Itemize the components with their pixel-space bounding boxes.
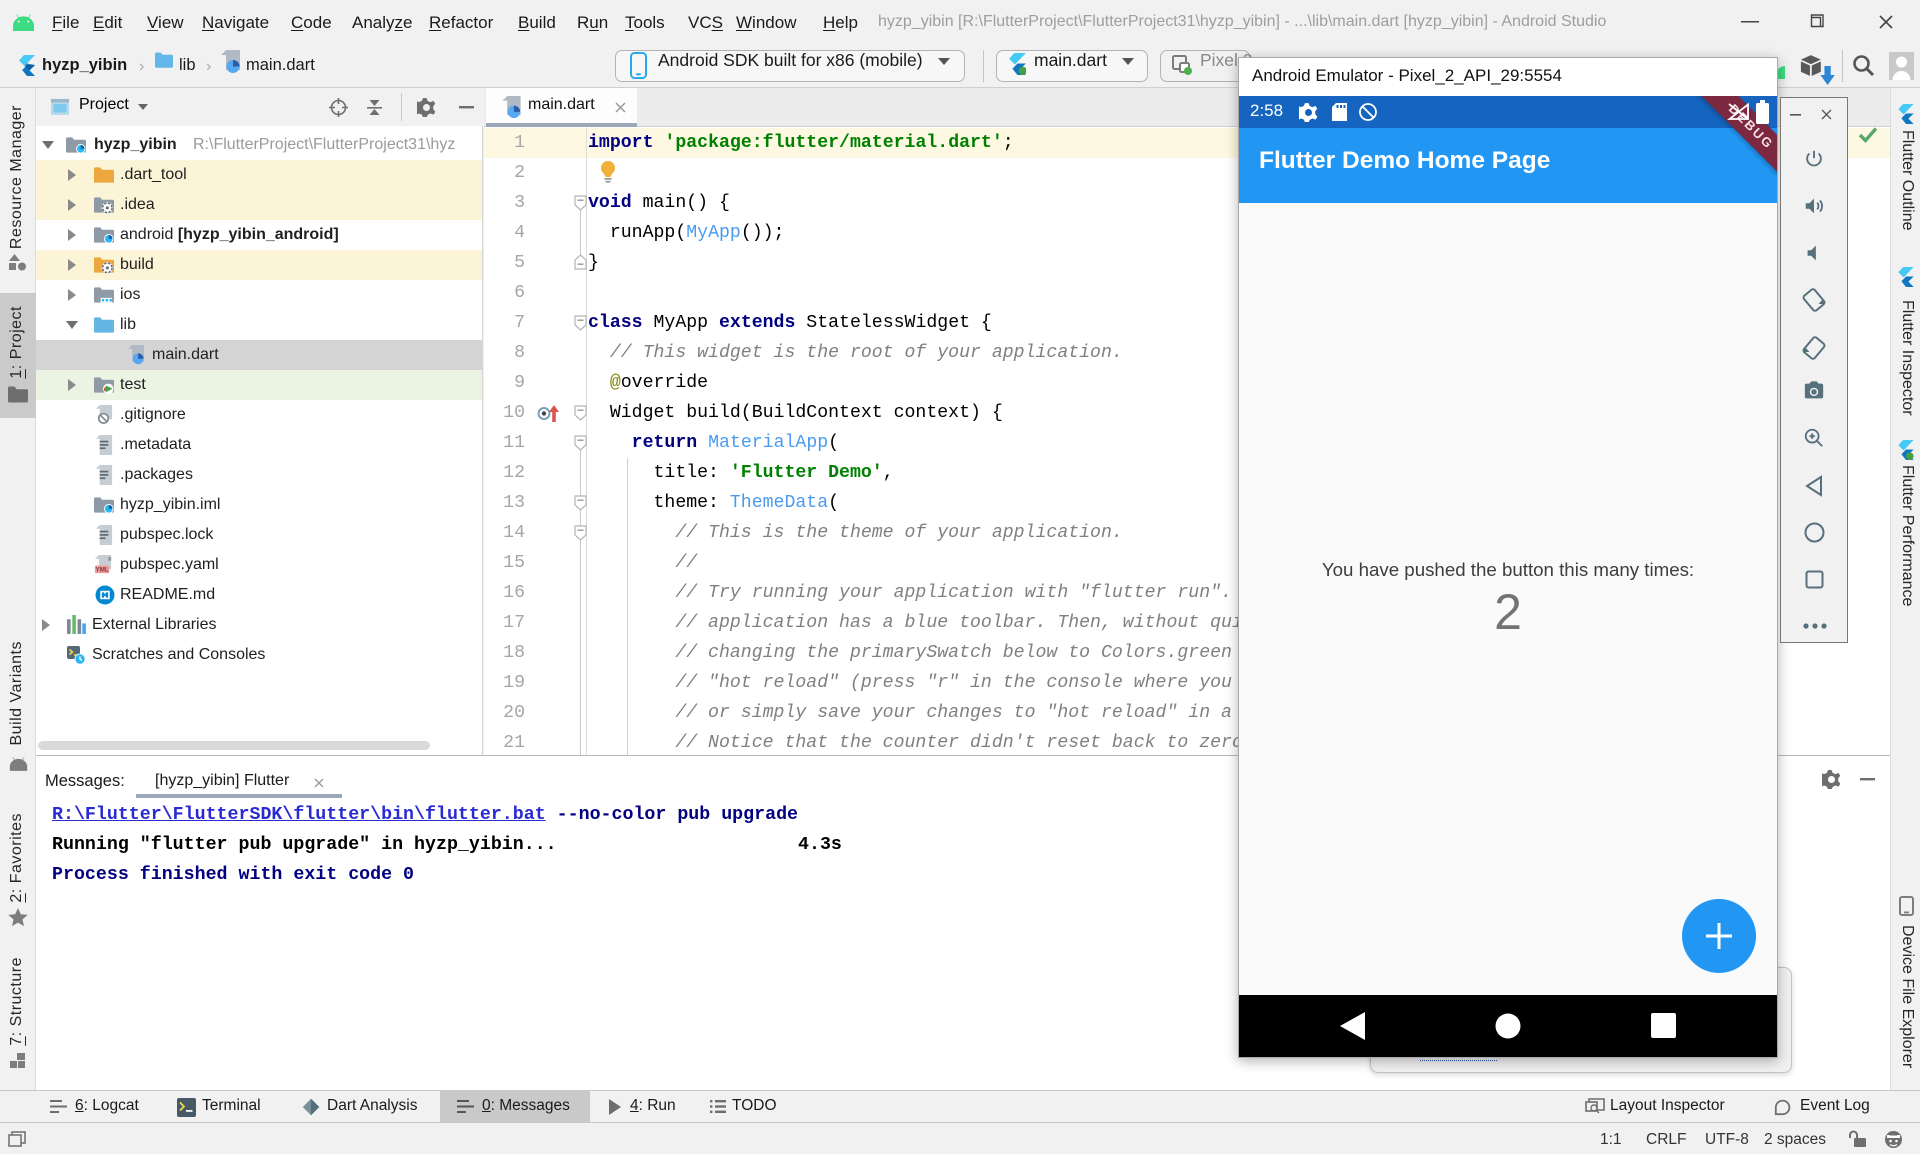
- svg-text:YML: YML: [96, 567, 109, 574]
